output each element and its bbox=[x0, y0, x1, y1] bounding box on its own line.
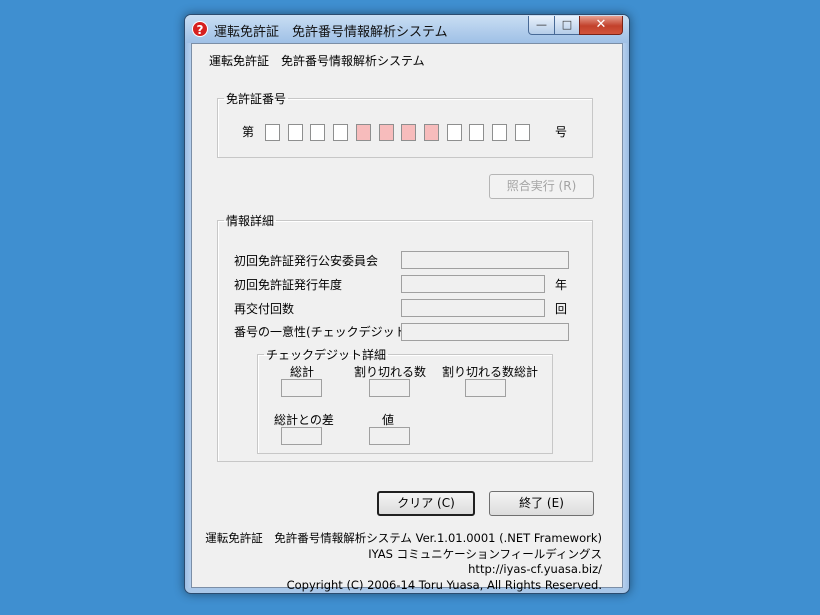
total-field[interactable] bbox=[281, 379, 322, 397]
total-label: 総計 bbox=[290, 365, 315, 379]
reissue-field[interactable] bbox=[401, 299, 545, 317]
committee-field[interactable] bbox=[401, 251, 569, 269]
window-frame-right bbox=[623, 43, 629, 588]
app-window: ? 運転免許証 免許番号情報解析システム — □ ✕ 運転免許証 免許番号情報解… bbox=[184, 14, 630, 594]
license-digit-box[interactable] bbox=[265, 124, 280, 141]
license-suffix: 号 bbox=[555, 125, 568, 139]
info-label-reissue: 再交付回数 bbox=[234, 302, 295, 316]
reissue-unit: 回 bbox=[555, 302, 568, 316]
year-field[interactable] bbox=[401, 275, 545, 293]
info-label-year: 初回免許証発行年度 bbox=[234, 278, 343, 292]
divisible-label: 割り切れる数 bbox=[354, 365, 427, 379]
license-digit-box[interactable] bbox=[423, 124, 439, 141]
uniqueness-field[interactable] bbox=[401, 323, 569, 341]
divisible-total-label: 割り切れる数総計 bbox=[442, 365, 539, 379]
divisible-total-field[interactable] bbox=[465, 379, 506, 397]
info-label-committee: 初回免許証発行公安委員会 bbox=[234, 254, 379, 268]
year-unit: 年 bbox=[555, 278, 568, 292]
footer-version: 運転免許証 免許番号情報解析システム Ver.1.01.0001 (.NET F… bbox=[205, 531, 602, 545]
minimize-button[interactable]: — bbox=[528, 16, 555, 35]
maximize-button[interactable]: □ bbox=[554, 16, 580, 35]
license-number-legend: 免許証番号 bbox=[226, 92, 287, 106]
license-digit-box[interactable] bbox=[401, 124, 417, 141]
license-digit-box[interactable] bbox=[355, 124, 371, 141]
footer-copyright: Copyright (C) 2006-14 Toru Yuasa, All Ri… bbox=[286, 578, 602, 592]
dialog-client-area: 運転免許証 免許番号情報解析システム 免許証番号 第 号 照合実行 (R) 情報… bbox=[191, 43, 623, 592]
info-detail-legend: 情報詳細 bbox=[226, 214, 275, 228]
license-digit-box[interactable] bbox=[492, 124, 507, 141]
license-prefix: 第 bbox=[242, 125, 255, 139]
verify-button[interactable]: 照合実行 (R) bbox=[489, 174, 594, 199]
diff-label: 総計との差 bbox=[274, 413, 334, 427]
value-field[interactable] bbox=[369, 427, 410, 445]
license-digit-box[interactable] bbox=[287, 124, 303, 141]
divisible-field[interactable] bbox=[369, 379, 410, 397]
license-digit-box[interactable] bbox=[446, 124, 462, 141]
title-bar[interactable]: ? 運転免許証 免許番号情報解析システム — □ ✕ bbox=[185, 15, 629, 43]
license-digit-box[interactable] bbox=[514, 124, 530, 141]
clear-button[interactable]: クリア (C) bbox=[377, 491, 475, 516]
diff-field[interactable] bbox=[281, 427, 322, 445]
window-title: 運転免許証 免許番号情報解析システム bbox=[214, 25, 448, 40]
license-digit-box[interactable] bbox=[378, 124, 394, 141]
license-digit-box[interactable] bbox=[469, 124, 485, 141]
check-digit-legend: チェックデジット詳細 bbox=[266, 348, 387, 362]
exit-button[interactable]: 終了 (E) bbox=[489, 491, 594, 516]
question-icon[interactable]: ? bbox=[192, 21, 208, 37]
license-digit-box[interactable] bbox=[310, 124, 326, 141]
value-label: 値 bbox=[382, 413, 395, 427]
header-title: 運転免許証 免許番号情報解析システム bbox=[209, 54, 425, 68]
license-digit-box[interactable] bbox=[333, 124, 349, 141]
info-label-uniqueness: 番号の一意性(チェックデジット) bbox=[234, 325, 412, 339]
footer-company: IYAS コミュニケーションフィールディングス bbox=[368, 547, 602, 561]
close-button[interactable]: ✕ bbox=[579, 16, 623, 35]
footer-url: http://iyas-cf.yuasa.biz/ bbox=[468, 562, 602, 576]
